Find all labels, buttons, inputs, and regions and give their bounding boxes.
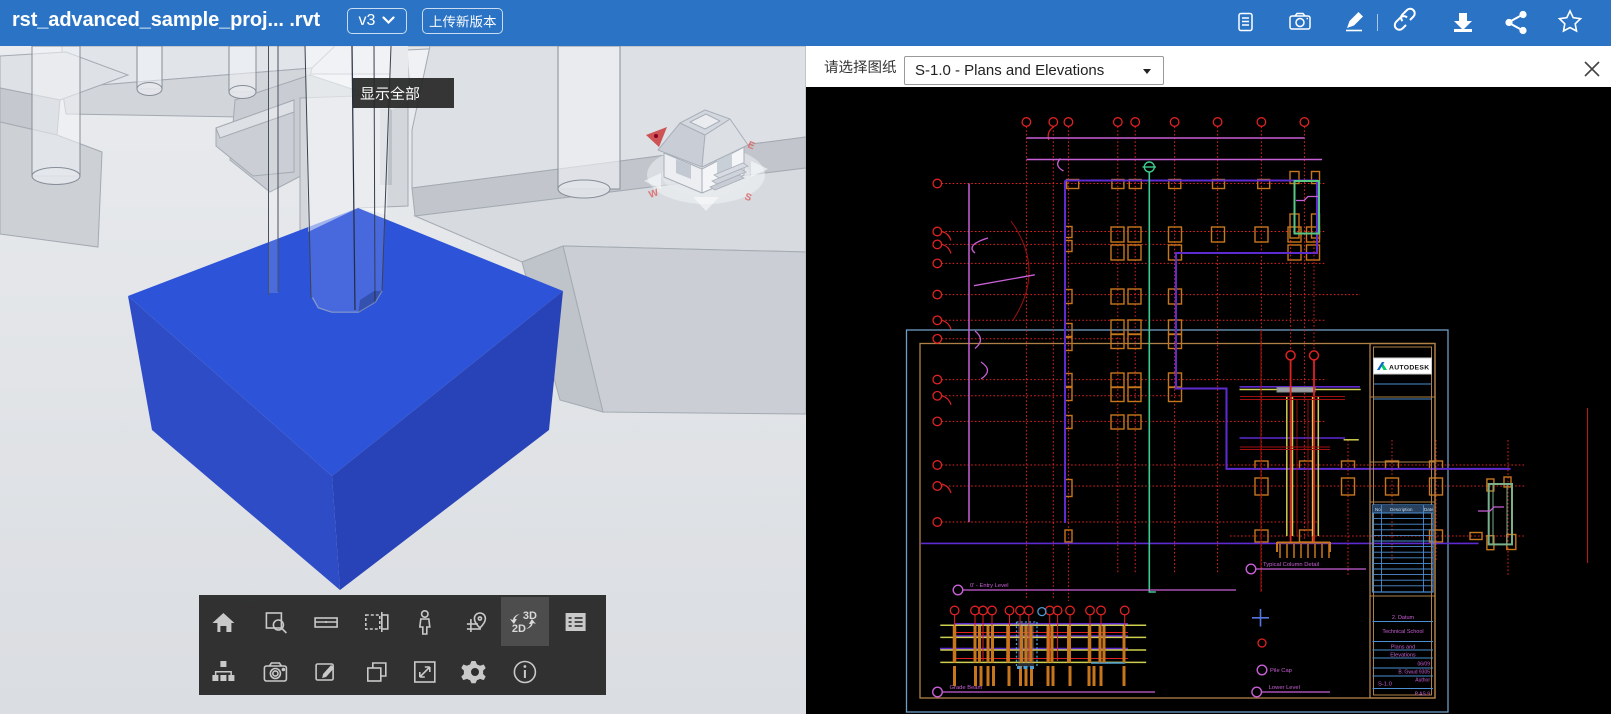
- svg-text:B. Gwud 9305: B. Gwud 9305: [1398, 670, 1430, 676]
- svg-text:Description: Description: [1390, 507, 1413, 512]
- svg-text:Elevations: Elevations: [1390, 653, 1416, 659]
- svg-text:Pile Cap: Pile Cap: [1270, 668, 1292, 674]
- svg-text:Lower Level: Lower Level: [1269, 685, 1300, 691]
- svg-text:06/09: 06/09: [1417, 662, 1430, 668]
- svg-text:E: E: [746, 140, 757, 153]
- svg-text:Technical School: Technical School: [1382, 629, 1423, 635]
- svg-text:Plans and: Plans and: [1391, 645, 1415, 651]
- svg-text:2D: 2D: [512, 623, 526, 635]
- svg-text:S-1.0: S-1.0: [1378, 682, 1392, 688]
- svg-text:AUTODESK: AUTODESK: [1389, 365, 1429, 372]
- svg-text:0' - Entry Level: 0' - Entry Level: [970, 583, 1008, 589]
- svg-text:2. Datum: 2. Datum: [1392, 615, 1415, 621]
- svg-text:Author: Author: [1415, 678, 1430, 684]
- svg-text:P AS 9: P AS 9: [1415, 692, 1430, 698]
- svg-text:Date: Date: [1424, 507, 1434, 512]
- svg-text:No.: No.: [1375, 507, 1382, 512]
- svg-text:3D: 3D: [523, 610, 537, 622]
- svg-text:Typical Column Detail: Typical Column Detail: [1263, 562, 1319, 568]
